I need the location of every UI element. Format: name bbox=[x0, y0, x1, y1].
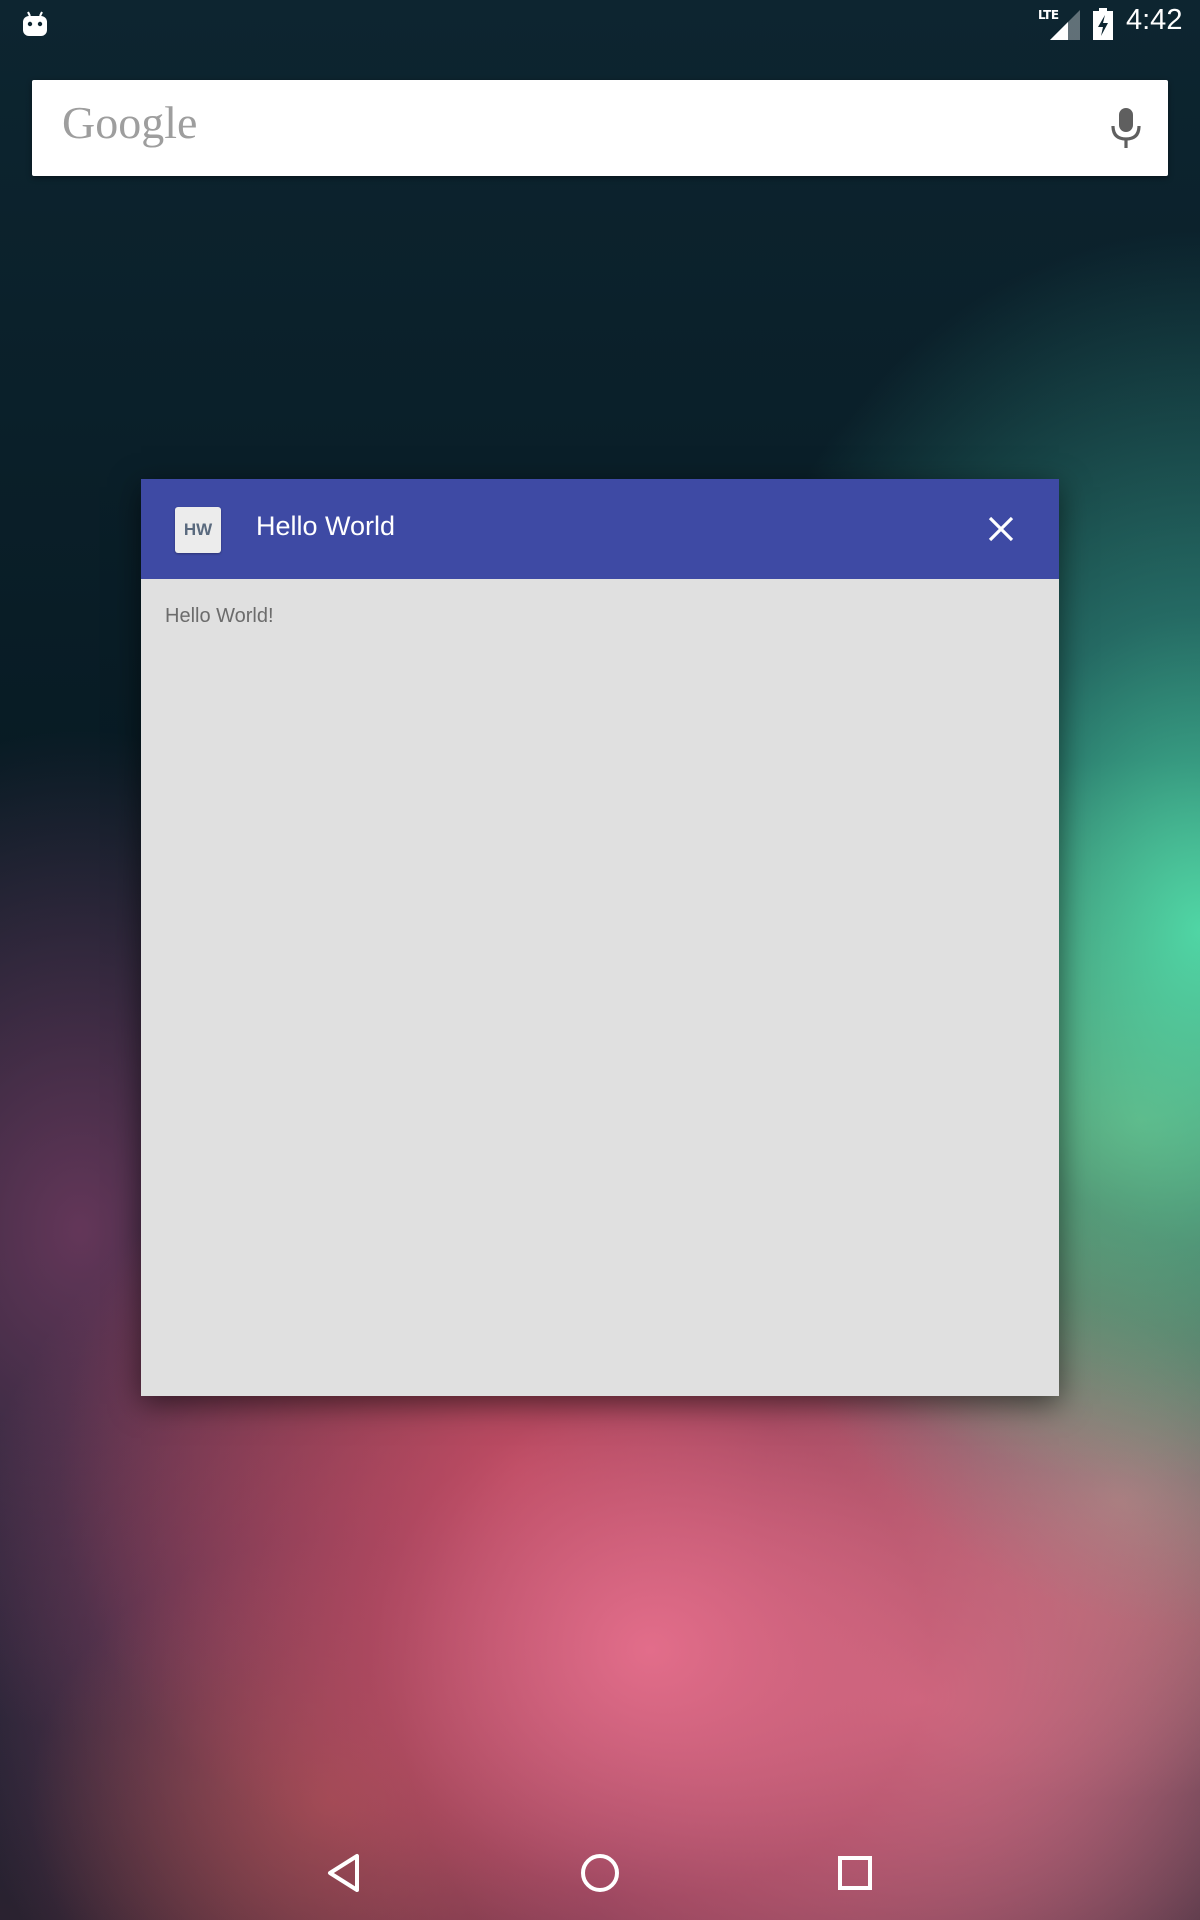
hello-world-dialog: HW Hello World Hello World! bbox=[141, 479, 1059, 1396]
android-notification-icon bbox=[22, 10, 48, 38]
recents-icon[interactable] bbox=[820, 1838, 890, 1908]
clock: 4:42 bbox=[1126, 4, 1183, 36]
home-button[interactable] bbox=[565, 1838, 635, 1908]
battery-charging-icon bbox=[1092, 8, 1114, 40]
app-icon: HW bbox=[175, 507, 221, 553]
navigation-bar bbox=[0, 1824, 1200, 1920]
close-button[interactable] bbox=[983, 511, 1019, 547]
home-icon[interactable] bbox=[565, 1838, 635, 1908]
app-icon-label: HW bbox=[183, 520, 213, 539]
back-button[interactable] bbox=[310, 1838, 380, 1908]
dialog-body-text: Hello World! bbox=[165, 605, 274, 627]
recents-button[interactable] bbox=[820, 1838, 890, 1908]
google-logo: Google bbox=[62, 97, 198, 148]
back-icon[interactable] bbox=[310, 1838, 380, 1908]
status-bar: LTE 4:42 bbox=[0, 0, 1200, 48]
lte-signal-icon: LTE bbox=[1038, 8, 1080, 42]
mic-icon[interactable] bbox=[1108, 106, 1144, 152]
dialog-header: HW Hello World bbox=[141, 479, 1059, 579]
close-icon[interactable] bbox=[983, 511, 1019, 547]
dialog-title: Hello World bbox=[256, 511, 396, 541]
google-search-bar[interactable]: Google bbox=[32, 80, 1168, 176]
